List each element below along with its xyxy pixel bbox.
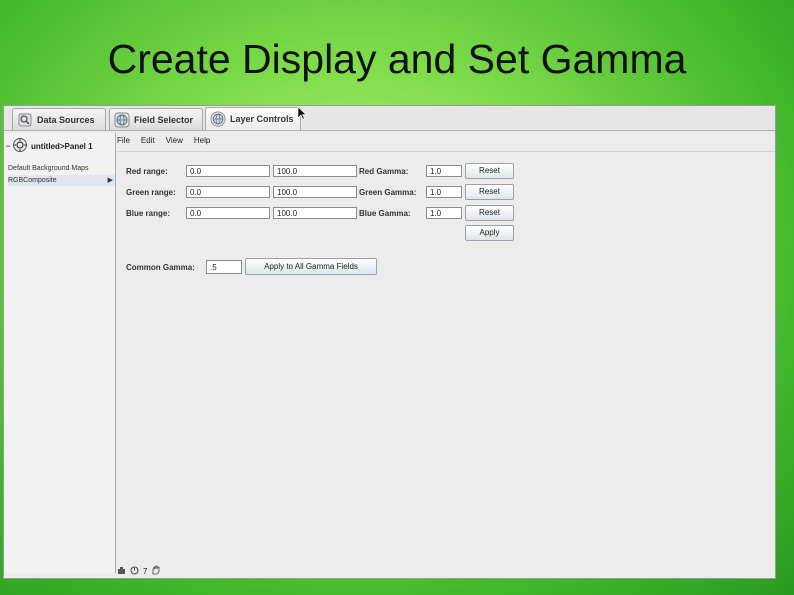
tab-data-sources[interactable]: Data Sources xyxy=(12,108,106,130)
globe-icon xyxy=(210,111,226,127)
chevron-right-icon: ▶ xyxy=(107,177,113,184)
red-range-max-field[interactable] xyxy=(273,165,357,177)
blue-range-label: Blue range: xyxy=(126,209,171,218)
tab-layer-controls[interactable]: Layer Controls xyxy=(205,107,301,130)
menu-edit[interactable]: Edit xyxy=(141,136,155,150)
list-item-label: RGBComposite xyxy=(8,177,57,184)
status-bar: 7 xyxy=(117,565,165,577)
memory-icon xyxy=(117,566,126,577)
slide-title: Create Display and Set Gamma xyxy=(107,36,687,82)
green-range-label: Green range: xyxy=(126,188,176,197)
apply-to-all-gamma-button[interactable]: Apply to All Gamma Fields xyxy=(245,258,377,275)
list-item[interactable]: RGBComposite ▶ xyxy=(8,175,115,186)
wait-icon xyxy=(130,566,139,577)
green-gamma-field[interactable] xyxy=(426,186,462,198)
tree-root[interactable]: − untitled>Panel 1 xyxy=(4,138,93,154)
tab-label: Data Sources xyxy=(37,114,95,125)
blue-gamma-field[interactable] xyxy=(426,207,462,219)
tab-label: Field Selector xyxy=(134,114,194,125)
menu-bar: File Edit View Help xyxy=(117,136,221,150)
menu-help[interactable]: Help xyxy=(194,136,210,150)
menu-file[interactable]: File xyxy=(117,136,130,150)
tab-label: Layer Controls xyxy=(230,114,294,124)
globe-icon xyxy=(114,112,130,128)
menu-view[interactable]: View xyxy=(166,136,183,150)
green-gamma-label: Green Gamma: xyxy=(359,188,417,197)
green-reset-button[interactable]: Reset xyxy=(465,184,514,200)
divider xyxy=(117,151,775,152)
red-gamma-field[interactable] xyxy=(426,165,462,177)
list-item[interactable]: Default Background Maps xyxy=(8,163,115,174)
red-range-label: Red range: xyxy=(126,167,168,176)
blue-reset-button[interactable]: Reset xyxy=(465,205,514,221)
collapse-icon[interactable]: − xyxy=(4,141,12,151)
red-range-min-field[interactable] xyxy=(186,165,270,177)
red-reset-button[interactable]: Reset xyxy=(465,163,514,179)
apply-button[interactable]: Apply xyxy=(465,225,514,241)
list-item-label: Default Background Maps xyxy=(8,165,89,172)
display-gear-icon xyxy=(12,137,28,155)
status-count: 7 xyxy=(143,566,148,576)
red-gamma-label: Red Gamma: xyxy=(359,167,409,176)
tab-field-selector[interactable]: Field Selector xyxy=(109,108,203,130)
tree-root-label: untitled>Panel 1 xyxy=(31,141,93,151)
common-gamma-field[interactable] xyxy=(206,260,242,274)
application-window: Data Sources Field Selector Layer Contro… xyxy=(3,105,776,579)
hand-icon xyxy=(151,565,161,577)
common-gamma-label: Common Gamma: xyxy=(126,263,195,272)
green-range-max-field[interactable] xyxy=(273,186,357,198)
green-range-min-field[interactable] xyxy=(186,186,270,198)
display-tree: − untitled>Panel 1 Default Background Ma… xyxy=(4,133,116,573)
mouse-pointer-icon xyxy=(297,106,307,122)
magnifier-icon xyxy=(17,112,33,128)
blue-gamma-label: Blue Gamma: xyxy=(359,209,411,218)
blue-range-max-field[interactable] xyxy=(273,207,357,219)
tab-bar: Data Sources Field Selector Layer Contro… xyxy=(4,106,775,131)
blue-range-min-field[interactable] xyxy=(186,207,270,219)
